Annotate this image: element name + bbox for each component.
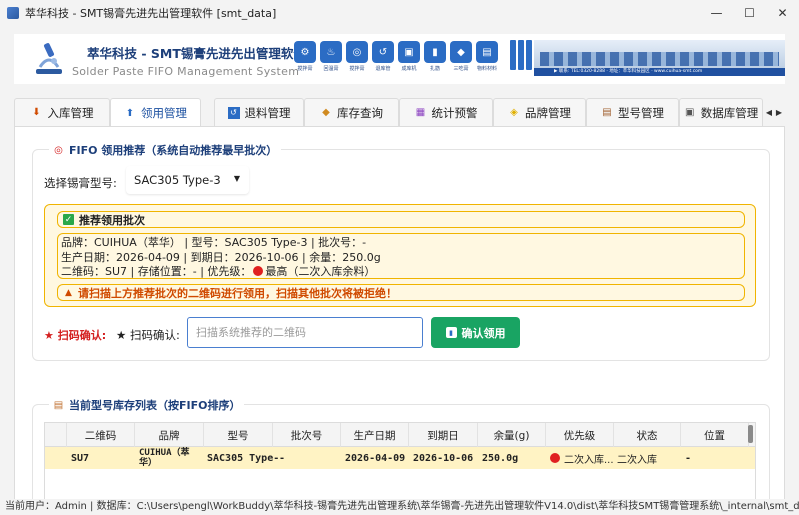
side-tags xyxy=(510,40,532,70)
col-brand[interactable]: 品牌 xyxy=(135,423,204,447)
col-priority[interactable]: 优先级 xyxy=(546,423,614,447)
scan-confirm-label-red: ★ 扫码确认: xyxy=(44,329,107,342)
table-scrollbar[interactable] xyxy=(748,425,753,443)
factory-image: ▶ 联系: TEL:0320-8288 · 地址：萃华科技园区 · www.cu… xyxy=(534,40,785,76)
scan-input[interactable] xyxy=(187,317,423,348)
cell-prod-date: 2026-04-09 xyxy=(345,452,406,464)
table-header: 二维码 品牌 型号 批次号 生产日期 到期日 余量(g) 优先级 状态 位置 xyxy=(45,423,755,447)
window-title: 萃华科技 - SMT锡膏先进先出管理软件 [smt_data] xyxy=(25,6,277,20)
tab-inbound[interactable]: ⬇ 入库管理 xyxy=(14,98,110,126)
col-remaining[interactable]: 余量(g) xyxy=(478,423,546,447)
cell-remaining: 250.0g xyxy=(482,452,519,464)
check-icon: ✓ xyxy=(63,214,74,225)
feature-return-icon: ↺ 退库管 xyxy=(371,41,395,72)
recommendation-title: ✓ 推荐领用批次 xyxy=(57,211,745,228)
confirm-checkout-button[interactable]: ▮ 确认领用 xyxy=(431,317,520,348)
banner-subtitle: Solder Paste FIFO Management System xyxy=(72,65,300,78)
col-model[interactable]: 型号 xyxy=(204,423,273,447)
table-corner xyxy=(45,423,67,447)
chevron-down-icon: ▼ xyxy=(233,174,240,183)
priority-dot-icon xyxy=(550,453,560,463)
microscope-logo-icon xyxy=(36,43,62,74)
feature-bar-icon: ▮ 扎筋 xyxy=(423,41,447,72)
fifo-group-title: ◎ FIFO 领用推荐（系统自动推荐最早批次） xyxy=(49,142,282,158)
warning-icon: ▲ xyxy=(65,287,72,298)
inventory-table: 二维码 品牌 型号 批次号 生产日期 到期日 余量(g) 优先级 状态 位置 1… xyxy=(44,422,756,502)
feature-stir-icon: ⚙ 搅拌膏 xyxy=(293,41,317,72)
cell-batch: - xyxy=(279,452,286,464)
maximize-button[interactable]: ☐ xyxy=(733,0,766,25)
col-location[interactable]: 位置 xyxy=(681,423,749,447)
cell-expiry: 2026-10-06 xyxy=(413,452,474,464)
database-icon: ▣ xyxy=(685,107,695,118)
main-tabs: ⬇ 入库管理 ⬆ 领用管理 ↺ 退料管理 ◆ 库存查询 ▦ 统计预警 ◈ 品牌管理 ▤ 型号管… xyxy=(14,98,785,128)
tab-brand[interactable]: ◈ 品牌管理 xyxy=(493,98,586,126)
cell-brand: CUIHUA（萃华） xyxy=(139,448,190,468)
status-bar: 当前用户：Admin | 数据库：C:\Users\pengl\WorkBudd… xyxy=(0,499,799,515)
header-banner: 萃华科技 - SMT锡膏先进先出管理软件 Solder Paste FIFO M… xyxy=(14,34,785,84)
cell-location: - xyxy=(685,452,692,464)
feature-icon-strip: ⚙ 搅拌膏 ♨ 回温膏 ◎ 搅拌膏 ↺ 退库管 ▣ 成库机 ▮ 扎筋 ◆ 三吃膏 ▤ 物料材料 xyxy=(293,41,499,72)
tab-statistics[interactable]: ▦ 统计预警 xyxy=(399,98,493,126)
tab-return[interactable]: ↺ 退料管理 xyxy=(214,98,304,126)
inbound-icon: ⬇ xyxy=(32,107,41,118)
cell-model: SAC305 Type-3 xyxy=(207,452,279,464)
tab-inventory[interactable]: ◆ 库存查询 xyxy=(304,98,399,126)
rec-line-location: 二维码：SU7 | 存储位置：- | 优先级： 最高（二次入库余料） xyxy=(61,265,376,278)
col-expiry[interactable]: 到期日 xyxy=(409,423,478,447)
col-batch[interactable]: 批次号 xyxy=(273,423,341,447)
scan-confirm-label: ★ 扫码确认: xyxy=(116,328,180,342)
banner-contact: ▶ 联系: TEL:0320-8288 · 地址：萃华科技园区 · www.cu… xyxy=(534,68,785,76)
tab-model[interactable]: ▤ 型号管理 xyxy=(586,98,679,126)
col-prod-date[interactable]: 生产日期 xyxy=(341,423,409,447)
feature-material-icon: ▤ 物料材料 xyxy=(475,41,499,72)
clipboard-icon: ▤ xyxy=(53,399,64,411)
return-icon: ↺ xyxy=(227,106,240,119)
inventory-icon: ◆ xyxy=(322,107,330,118)
app-icon xyxy=(7,6,19,19)
checkout-icon: ⬆ xyxy=(125,107,135,119)
tab-scroll-left-icon[interactable]: ◀ xyxy=(764,101,774,123)
cell-status: 二次入库 xyxy=(617,454,657,466)
chart-icon: ▦ xyxy=(415,107,426,118)
model-icon: ▤ xyxy=(602,107,612,118)
tab-database[interactable]: ▣ 数据库管理 xyxy=(679,98,763,126)
feature-mix-icon: ◎ 搅拌膏 xyxy=(345,41,369,72)
select-model-label: 选择锡膏型号: xyxy=(44,176,117,190)
recommendation-box: ✓ 推荐领用批次 品牌：CUIHUA（萃华） | 型号：SAC305 Type-3… xyxy=(44,204,756,307)
tab-scroll-right-icon[interactable]: ▶ xyxy=(774,101,784,123)
priority-dot-icon xyxy=(253,266,264,276)
table-row[interactable]: SU7 CUIHUA（萃华） SAC305 Type-3 - 2026-04-0… xyxy=(45,447,755,469)
cell-qr: SU7 xyxy=(71,452,90,464)
inventory-group-title: ▤ 当前型号库存列表（按FIFO排序） xyxy=(49,397,245,413)
banner-title: 萃华科技 - SMT锡膏先进先出管理软件 xyxy=(87,46,306,61)
feature-thaw-icon: ♨ 回温膏 xyxy=(319,41,343,72)
confirm-icon: ▮ xyxy=(445,327,457,338)
title-bar: 萃华科技 - SMT锡膏先进先出管理软件 [smt_data] — ☐ ✕ xyxy=(0,0,799,25)
target-icon: ◎ xyxy=(54,144,63,156)
col-status[interactable]: 状态 xyxy=(614,423,681,447)
tag-icon: ◈ xyxy=(510,107,518,118)
recommendation-info: 品牌：CUIHUA（萃华） | 型号：SAC305 Type-3 | 批次号：-… xyxy=(57,233,745,279)
minimize-button[interactable]: — xyxy=(700,0,733,25)
feature-machine-icon: ▣ 成库机 xyxy=(397,41,421,72)
feature-paste-icon: ◆ 三吃膏 xyxy=(449,41,473,72)
col-qr[interactable]: 二维码 xyxy=(67,423,135,447)
rec-line-brand: 品牌：CUIHUA（萃华） | 型号：SAC305 Type-3 | 批次号：- xyxy=(61,236,367,249)
model-select[interactable]: SAC305 Type-3 ▼ xyxy=(126,166,249,194)
tab-checkout[interactable]: ⬆ 领用管理 xyxy=(110,98,201,128)
rec-line-dates: 生产日期：2026-04-09 | 到期日：2026-10-06 | 余量：25… xyxy=(61,250,381,264)
close-button[interactable]: ✕ xyxy=(766,0,799,25)
checkout-panel: ◎ FIFO 领用推荐（系统自动推荐最早批次） 选择锡膏型号: SAC305 Ty… xyxy=(14,126,785,515)
scan-warning: ▲ 请扫描上方推荐批次的二维码进行领用，扫描其他批次将被拒绝！ xyxy=(57,284,745,301)
cell-priority: 二次入库... xyxy=(550,447,614,469)
